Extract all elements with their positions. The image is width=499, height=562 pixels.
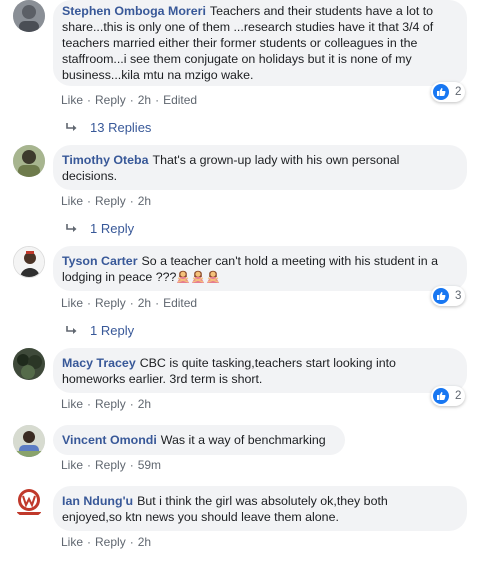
comment-text-line: homeworks earlier. 3rd term is short.	[62, 372, 263, 386]
comment-time[interactable]: 2h	[138, 93, 151, 107]
view-replies-link[interactable]: 1 Reply	[66, 323, 134, 338]
avatar[interactable]	[13, 425, 45, 457]
reaction-count: 3	[455, 290, 462, 302]
reaction-count-badge[interactable]: 3	[431, 286, 466, 306]
avatar[interactable]	[13, 145, 45, 177]
comment-time[interactable]: 2h	[138, 535, 151, 549]
like-link[interactable]: Like	[61, 194, 83, 208]
comment-bubble: Timothy Oteba That's a grown-up lady with…	[53, 145, 467, 190]
comment-time[interactable]: 2h	[138, 194, 151, 208]
reaction-count: 2	[455, 390, 462, 402]
comment-author[interactable]: Timothy Oteba	[62, 153, 149, 167]
reaction-count-badge[interactable]: 2	[431, 82, 466, 102]
reply-arrow-icon	[66, 325, 77, 334]
comment-bubble: Tyson Carter So a teacher can't hold a me…	[53, 246, 467, 291]
comment-author[interactable]: Vincent Omondi	[62, 433, 157, 447]
like-reaction-icon	[433, 388, 449, 404]
comment-author[interactable]: Tyson Carter	[62, 254, 138, 268]
comment-time[interactable]: 2h	[138, 397, 151, 411]
view-replies-link[interactable]: 1 Reply	[66, 221, 134, 236]
avatar[interactable]	[13, 246, 45, 278]
comment-author[interactable]: Macy Tracey	[62, 356, 136, 370]
like-link[interactable]: Like	[61, 397, 83, 411]
avatar[interactable]	[13, 0, 45, 32]
comment-text-line: staffroom...i see them conjugate on holi…	[62, 52, 412, 66]
person-gesturing-no-emoji	[176, 270, 221, 284]
reply-link[interactable]: Reply	[95, 296, 126, 310]
like-link[interactable]: Like	[61, 296, 83, 310]
view-replies-link[interactable]: 13 Replies	[66, 120, 151, 135]
avatar[interactable]	[13, 348, 45, 380]
comment-actions: Like · Reply · 2h	[61, 397, 152, 411]
comment-text-line: That's a grown-up lady with his own pers…	[152, 153, 400, 167]
comment-author[interactable]: Ian Ndung'u	[62, 494, 133, 508]
replies-count-label: 1 Reply	[90, 221, 135, 236]
comment-text-line: decisions.	[62, 169, 118, 183]
reply-link[interactable]: Reply	[95, 535, 126, 549]
comment-text-line: CBC is quite tasking,teachers start look…	[139, 356, 396, 370]
reaction-count-badge[interactable]: 2	[431, 386, 466, 406]
comment-bubble: Stephen Omboga Moreri Teachers and their …	[53, 0, 467, 86]
like-link[interactable]: Like	[61, 93, 83, 107]
reply-arrow-icon	[66, 122, 77, 131]
comment-text-line: lodging in peace ???	[62, 270, 177, 284]
comment-actions: Like · Reply · 59m	[61, 458, 162, 472]
edited-label[interactable]: Edited	[163, 93, 197, 107]
comment-text-line: teachers married either their former stu…	[62, 36, 418, 50]
reply-link[interactable]: Reply	[95, 458, 126, 472]
reply-arrow-icon	[66, 223, 77, 232]
comment-bubble: Vincent Omondi Was it a way of benchmarki…	[53, 425, 345, 455]
like-link[interactable]: Like	[61, 458, 83, 472]
reply-link[interactable]: Reply	[95, 93, 126, 107]
comment-actions: Like · Reply · 2h	[61, 194, 152, 208]
replies-count-label: 13 Replies	[90, 120, 152, 135]
comment-author[interactable]: Stephen Omboga Moreri	[62, 4, 206, 18]
comment-text-line: business...kila mtu na mzigo wake.	[62, 68, 254, 82]
comment-text-line: But i think the girl was absolutely ok,t…	[137, 494, 388, 508]
replies-count-label: 1 Reply	[90, 323, 135, 338]
reply-link[interactable]: Reply	[95, 397, 126, 411]
comment-text-line: share...this is only one of them ...rese…	[62, 20, 434, 34]
comment-bubble: Macy Tracey CBC is quite tasking,teachers…	[53, 348, 467, 393]
comment-time[interactable]: 2h	[138, 296, 151, 310]
comment-actions: Like · Reply · 2h · Edited	[61, 296, 198, 310]
like-reaction-icon	[433, 84, 449, 100]
comment-text-line: Was it a way of benchmarking	[160, 433, 326, 447]
comment-text-line: enjoyed,so ktn news you should leave the…	[62, 510, 339, 524]
comment-text-line: Teachers and their students have a lot t…	[209, 4, 434, 18]
comment-bubble: Ian Ndung'u But i think the girl was abso…	[53, 486, 467, 531]
avatar[interactable]	[13, 486, 45, 518]
like-link[interactable]: Like	[61, 535, 83, 549]
comment-actions: Like · Reply · 2h · Edited	[61, 93, 198, 107]
like-reaction-icon	[433, 288, 449, 304]
comment-actions: Like · Reply · 2h	[61, 535, 152, 549]
comment-time[interactable]: 59m	[138, 458, 161, 472]
edited-label[interactable]: Edited	[163, 296, 197, 310]
reaction-count: 2	[455, 86, 462, 98]
comment-text-line: So a teacher can't hold a meeting with h…	[141, 254, 438, 268]
reply-link[interactable]: Reply	[95, 194, 126, 208]
